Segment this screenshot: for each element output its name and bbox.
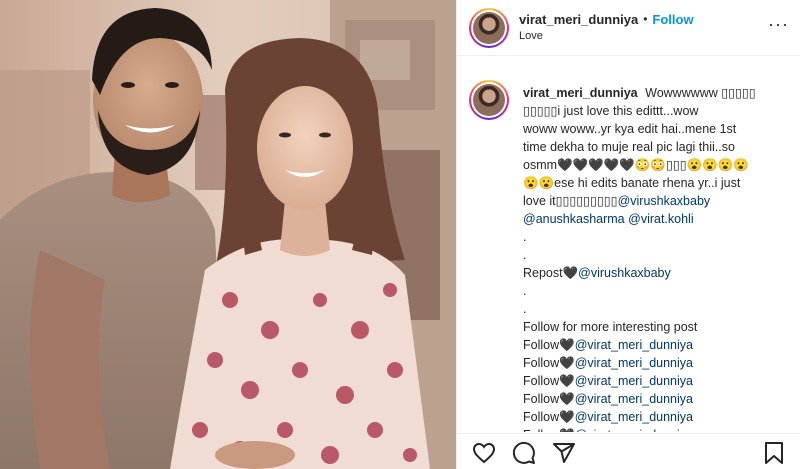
caption-line: Wowwwwww ▯▯▯▯▯ [645,86,756,100]
header-subtitle: Love [519,29,543,42]
mention-link[interactable]: @virat_meri_dunniya [575,374,693,388]
caption-line: Follow🖤@virat_meri_dunniya [523,354,793,372]
mention-link[interactable]: @virat_meri_dunniya [575,410,693,424]
caption-line-text: osmm🖤🖤🖤🖤🖤😳😳▯▯▯😮😮😮😮 [523,158,749,172]
caption-line-text: . [523,302,527,316]
caption-avatar[interactable] [469,80,509,120]
caption-line-text: Follow🖤 [523,338,575,352]
caption-line: . [523,282,793,300]
caption-line-text: ▯▯▯▯▯i just love this edittt...wow [523,104,699,118]
post-side-panel: virat_meri_dunniya • Follow Love ··· vir… [456,0,800,469]
comment-icon[interactable] [511,441,537,465]
caption-line: Follow🖤@virat_meri_dunniya [523,390,793,408]
caption-line: Follow for more interesting post [523,318,793,336]
caption-line-text: Wowwwwww ▯▯▯▯▯ [645,86,756,100]
caption-line: Follow🖤@virat_meri_dunniya [523,408,793,426]
mention-link[interactable]: @virushkaxbaby [578,266,671,280]
caption-line: Follow🖤@virat_meri_dunniya [523,426,793,432]
caption-line-text: Follow🖤 [523,410,575,424]
mention-link[interactable]: @virat_meri_dunniya [575,392,693,406]
caption-line-text: Follow🖤 [523,374,575,388]
caption-line-text: 😮😮ese hi edits banate rhena yr..i just [523,176,741,190]
mention-link[interactable]: @virat.kohli [628,212,694,226]
caption-line: woww woww..yr kya edit hai..mene 1st [523,120,793,138]
header-separator: • [643,11,648,26]
caption-line-text: time dekha to muje real pic lagi thii..s… [523,140,735,154]
caption-line-text: . [523,230,527,244]
caption-line-text: . [523,284,527,298]
caption-line: Repost🖤@virushkaxbaby [523,264,793,282]
instagram-post: virat_meri_dunniya • Follow Love ··· vir… [0,0,800,469]
caption-line: . [523,300,793,318]
caption-line: osmm🖤🖤🖤🖤🖤😳😳▯▯▯😮😮😮😮 [523,156,793,174]
action-bar [457,433,800,469]
mention-link[interactable]: @virushkaxbaby [618,194,711,208]
mention-link[interactable]: @virat_meri_dunniya [575,356,693,370]
caption-line: 😮😮ese hi edits banate rhena yr..i just [523,174,793,192]
couple-photo [0,0,456,469]
more-options-icon[interactable]: ··· [768,14,789,35]
caption-line-text: Repost🖤 [523,266,579,280]
caption-line-text: . [523,248,527,262]
mention-link[interactable]: @virat_meri_dunniya [575,428,693,432]
caption-line: love it▯▯▯▯▯▯▯▯▯@virushkaxbaby [523,192,793,210]
share-icon[interactable] [551,441,577,465]
caption-line-text: Follow for more interesting post [523,320,698,334]
post-header: virat_meri_dunniya • Follow Love ··· [457,0,800,56]
caption-line: . [523,228,793,246]
caption-line: ▯▯▯▯▯i just love this edittt...wow [523,102,793,120]
caption-line-text: Follow🖤 [523,428,575,432]
caption-area[interactable]: virat_meri_dunniya Wowwwwww ▯▯▯▯▯ ▯▯▯▯▯i … [457,72,800,432]
avatar-image [473,84,505,116]
caption-line: Follow🖤@virat_meri_dunniya [523,372,793,390]
post-photo[interactable] [0,0,456,469]
caption-text: virat_meri_dunniya Wowwwwww ▯▯▯▯▯ ▯▯▯▯▯i … [523,84,793,432]
avatar[interactable] [469,7,509,48]
avatar-image [473,11,505,44]
heart-icon[interactable] [471,441,497,465]
mention-link[interactable]: @anushkasharma [523,212,625,226]
caption-line-text: love it▯▯▯▯▯▯▯▯▯ [523,194,618,208]
mention-link[interactable]: @virat_meri_dunniya [575,338,693,352]
caption-line-text: woww woww..yr kya edit hai..mene 1st [523,122,737,136]
follow-button[interactable]: Follow [652,11,693,28]
header-username[interactable]: virat_meri_dunniya [519,11,638,28]
caption-line-text: Follow🖤 [523,356,575,370]
caption-line: . [523,246,793,264]
caption-line: time dekha to muje real pic lagi thii..s… [523,138,793,156]
caption-username[interactable]: virat_meri_dunniya [523,86,638,100]
caption-line: @anushkasharma @virat.kohli [523,210,793,228]
caption-line-text: Follow🖤 [523,392,575,406]
bookmark-icon[interactable] [761,441,787,465]
caption-line: Follow🖤@virat_meri_dunniya [523,336,793,354]
